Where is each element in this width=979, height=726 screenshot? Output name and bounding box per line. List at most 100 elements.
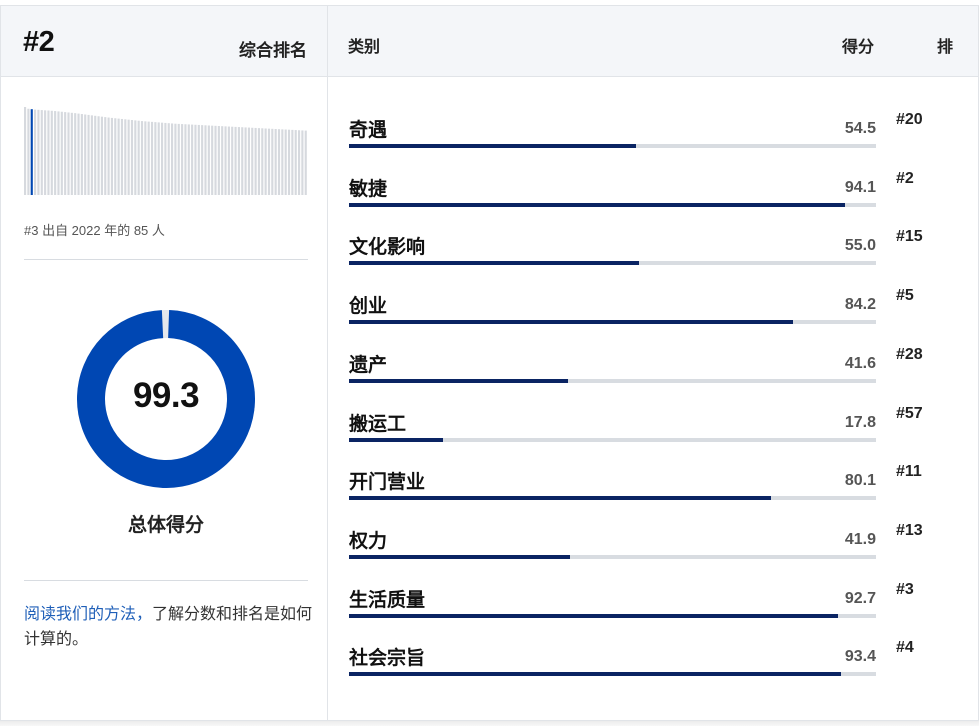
sparkline-bar — [37, 109, 40, 195]
category-rank: #11 — [896, 463, 922, 481]
column-header-rank: 排 — [937, 39, 954, 56]
sparkline-bar — [107, 117, 110, 195]
category-name: 奇遇 — [349, 120, 388, 141]
sparkline-bar — [117, 118, 120, 195]
category-rank: #3 — [896, 580, 914, 598]
sparkline-bar — [301, 130, 304, 195]
category-row: 遗产 41.6 #28 — [348, 345, 948, 404]
score-bar-fill — [349, 202, 845, 207]
sparkline-bar — [27, 108, 30, 195]
sparkline-bar — [157, 122, 160, 195]
sparkline-bar — [34, 109, 37, 195]
category-score: 17.8 — [844, 413, 876, 431]
score-bar-track — [349, 554, 876, 559]
category-score: 41.9 — [844, 530, 876, 548]
category-score: 55.0 — [844, 237, 876, 255]
sparkline-bar — [100, 116, 103, 195]
sparkline-bar — [110, 117, 114, 195]
sparkline-bar — [50, 110, 53, 195]
category-score: 80.1 — [844, 472, 876, 490]
sparkline-bar — [24, 107, 27, 195]
sparkline-bar — [167, 123, 170, 195]
sparkline-bar — [144, 121, 147, 195]
card-shadow — [0, 721, 979, 726]
sparkline-bar — [87, 114, 90, 195]
category-row: 创业 84.2 #5 — [348, 286, 948, 345]
sparkline-bar — [217, 126, 220, 195]
sparkline-bar — [201, 125, 204, 195]
score-bar-track — [349, 437, 876, 442]
category-rank: #13 — [896, 521, 923, 539]
score-bar-track — [349, 144, 876, 148]
sparkline-bar — [241, 127, 244, 195]
sparkline-bar — [150, 121, 154, 195]
category-name: 权力 — [349, 530, 388, 552]
category-rank: #28 — [896, 345, 923, 363]
sparkline-bar — [147, 121, 150, 195]
category-score: 84.2 — [844, 296, 876, 314]
sparkline-bar — [237, 127, 240, 195]
sparkline-bar — [224, 126, 227, 195]
sparkline-bar — [84, 114, 87, 195]
sparkline-bar — [227, 126, 230, 195]
sparkline-bar — [184, 124, 187, 195]
category-name: 敏捷 — [349, 178, 388, 200]
category-name: 文化影响 — [349, 237, 426, 259]
sparkline-bar — [134, 120, 137, 195]
category-score: 94.1 — [844, 178, 876, 196]
score-bar-track — [349, 378, 876, 383]
sparkline-bar — [57, 111, 60, 195]
methodology-link[interactable]: 阅读我们的方法， — [24, 606, 152, 623]
sparkline-bar — [164, 122, 167, 195]
sparkline-bar — [294, 130, 297, 195]
category-rank: #2 — [896, 169, 914, 187]
sparkline-bar — [274, 129, 277, 195]
sparkline-bar — [90, 115, 93, 195]
category-rank: #57 — [896, 404, 923, 422]
sparkline-bar — [154, 122, 157, 195]
divider — [24, 580, 308, 581]
score-bar-fill — [349, 378, 569, 383]
sparkline-bar — [30, 109, 33, 195]
sparkline-bar — [74, 113, 77, 195]
category-rank: #20 — [896, 111, 923, 128]
sparkline-bar — [291, 129, 294, 195]
sparkline-bar — [137, 120, 140, 195]
sparkline-bar — [207, 125, 210, 195]
sparkline-bar — [211, 125, 214, 195]
sparkline-bar — [181, 124, 184, 195]
sparkline-bar — [177, 123, 180, 195]
category-name: 创业 — [349, 296, 388, 318]
category-name: 生活质量 — [349, 589, 426, 611]
sparkline-bar — [54, 111, 57, 195]
score-bar-track — [349, 672, 876, 677]
sparkline-bar — [261, 128, 264, 195]
category-row: 社会宗旨 93.4 #4 — [348, 638, 948, 697]
category-row: 生活质量 92.7 #3 — [348, 580, 948, 639]
sparkline-bar — [244, 127, 247, 195]
sparkline-bar — [284, 129, 287, 195]
sparkline-bar — [254, 127, 257, 195]
sparkline-bar — [80, 114, 83, 195]
sparkline-bar — [271, 128, 274, 195]
score-bar-fill — [349, 496, 772, 501]
sparkline-bar — [130, 120, 134, 195]
sparkline-bar — [297, 130, 301, 195]
sparkline-bar — [204, 125, 207, 195]
sparkline-bar — [281, 129, 284, 195]
score-bar-track — [349, 496, 876, 501]
ranking-card: #2 综合排名 类别 得分 排 #3 出自 2022 年的 85 人 99.3 … — [0, 5, 979, 721]
category-score: 41.6 — [844, 354, 876, 372]
overall-score-value: 99.3 — [132, 376, 200, 415]
column-divider — [327, 6, 328, 720]
category-score: 54.5 — [844, 120, 876, 137]
sparkline-bar — [40, 110, 43, 195]
sparkline-bar — [47, 110, 50, 195]
sparkline-bar — [257, 128, 261, 195]
sparkline-bar — [277, 129, 281, 195]
sparkline-bar — [120, 118, 124, 195]
category-row: 奇遇 54.5 #20 — [348, 110, 948, 169]
sparkline-bar — [247, 127, 250, 195]
overall-score-label: 总体得分 — [127, 515, 204, 536]
category-row: 文化影响 55.0 #15 — [348, 227, 948, 286]
